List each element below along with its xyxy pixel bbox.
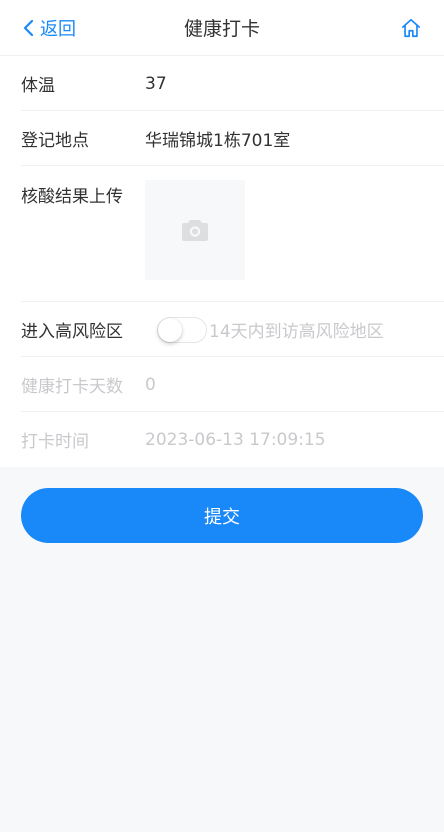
checkin-time-value: 2023-06-13 17:09:15 [145,429,326,450]
home-button[interactable] [400,0,422,56]
checkin-days-label: 健康打卡天数 [21,377,123,397]
nav-bar: 返回 健康打卡 [0,0,444,56]
checkin-time-field: 打卡时间 2023-06-13 17:09:15 [0,412,444,467]
location-input[interactable]: 华瑞锦城1栋701室 [145,126,290,151]
temperature-field[interactable]: 体温 37 [0,56,444,111]
page-title: 健康打卡 [183,18,260,40]
checkin-days-value: 0 [145,374,156,395]
chevron-left-icon [23,19,34,37]
camera-icon [182,220,208,241]
nucleic-upload-button[interactable] [145,180,245,280]
temperature-label: 体温 [21,76,55,96]
high-risk-field: 进入高风险区 14天内到访高风险地区 [0,302,444,357]
checkin-days-field: 健康打卡天数 0 [0,357,444,412]
checkin-form: 体温 37 登记地点 华瑞锦城1栋701室 核酸结果上传 进入高风险区 14天内… [0,56,444,467]
submit-area: 提交 [0,467,444,543]
nucleic-upload-label: 核酸结果上传 [21,187,123,207]
high-risk-toggle[interactable] [157,316,207,343]
back-label: 返回 [40,19,76,40]
location-label: 登记地点 [21,131,89,151]
nucleic-upload-field: 核酸结果上传 [0,166,444,302]
submit-button[interactable]: 提交 [21,488,423,543]
checkin-time-label: 打卡时间 [21,432,89,452]
temperature-input[interactable]: 37 [145,74,167,94]
location-field[interactable]: 登记地点 华瑞锦城1栋701室 [0,111,444,166]
home-icon [401,18,421,38]
back-button[interactable]: 返回 [22,0,76,56]
toggle-knob [158,317,182,342]
high-risk-toggle-text: 14天内到访高风险地区 [209,322,384,342]
high-risk-label: 进入高风险区 [21,322,123,342]
